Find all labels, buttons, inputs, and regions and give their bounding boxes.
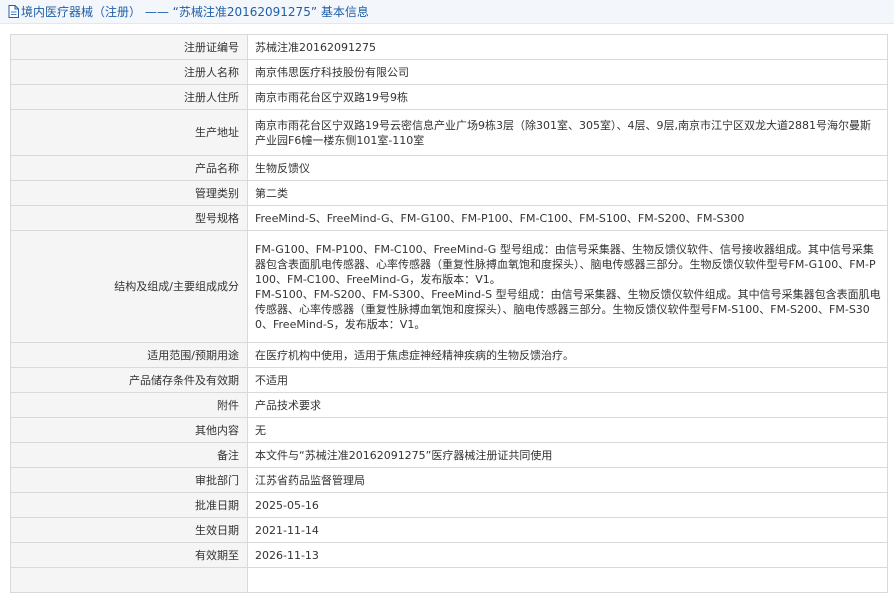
document-icon <box>8 5 19 18</box>
row-label: 审批部门 <box>10 467 248 493</box>
row-value: 无 <box>247 417 888 443</box>
row-value: 产品技术要求 <box>247 392 888 418</box>
row-value: 在医疗机构中使用，适用于焦虑症神经精神疾病的生物反馈治疗。 <box>247 342 888 368</box>
row-label: 结构及组成/主要组成成分 <box>10 230 248 343</box>
table-row: 有效期至 2026-11-13 <box>10 542 888 568</box>
row-label: 备注 <box>10 442 248 468</box>
row-value: 南京市雨花台区宁双路19号云密信息产业广场9栋3层（除301室、305室）、4层… <box>247 109 888 156</box>
table-row: 型号规格 FreeMind-S、FreeMind-G、FM-G100、FM-P1… <box>10 205 888 231</box>
row-label: 型号规格 <box>10 205 248 231</box>
table-row: 注册证编号 苏械注准20162091275 <box>10 34 888 60</box>
row-value: 2025-05-16 <box>247 492 888 518</box>
table-row: 结构及组成/主要组成成分 FM-G100、FM-P100、FM-C100、Fre… <box>10 230 888 343</box>
row-label: 生效日期 <box>10 517 248 543</box>
row-value-empty <box>247 567 888 593</box>
row-label: 附件 <box>10 392 248 418</box>
page-header: 境内医疗器械（注册） —— “苏械注准20162091275” 基本信息 <box>0 0 894 24</box>
row-value: FM-G100、FM-P100、FM-C100、FreeMind-G 型号组成：… <box>247 230 888 343</box>
row-value: 南京市雨花台区宁双路19号9栋 <box>247 84 888 110</box>
row-label: 注册证编号 <box>10 34 248 60</box>
row-value: 苏械注准20162091275 <box>247 34 888 60</box>
table-row: 注册人住所 南京市雨花台区宁双路19号9栋 <box>10 84 888 110</box>
table-row: 管理类别 第二类 <box>10 180 888 206</box>
table-row: 附件 产品技术要求 <box>10 392 888 418</box>
row-value: 2026-11-13 <box>247 542 888 568</box>
info-table: 注册证编号 苏械注准20162091275 注册人名称 南京伟思医疗科技股份有限… <box>10 34 888 593</box>
composition-paragraph-2: FM-S100、FM-S200、FM-S300、FreeMind-S 型号组成：… <box>255 287 881 331</box>
row-label: 批准日期 <box>10 492 248 518</box>
table-row: 批准日期 2025-05-16 <box>10 492 888 518</box>
table-row: 生效日期 2021-11-14 <box>10 517 888 543</box>
table-row: 生产地址 南京市雨花台区宁双路19号云密信息产业广场9栋3层（除301室、305… <box>10 109 888 156</box>
row-label: 适用范围/预期用途 <box>10 342 248 368</box>
row-label: 产品储存条件及有效期 <box>10 367 248 393</box>
table-row: 备注 本文件与“苏械注准20162091275”医疗器械注册证共同使用 <box>10 442 888 468</box>
table-row: 其他内容 无 <box>10 417 888 443</box>
row-value: 江苏省药品监督管理局 <box>247 467 888 493</box>
row-value: 生物反馈仪 <box>247 155 888 181</box>
row-label: 注册人住所 <box>10 84 248 110</box>
table-row: 产品储存条件及有效期 不适用 <box>10 367 888 393</box>
row-value: 不适用 <box>247 367 888 393</box>
table-row-empty <box>10 567 888 593</box>
table-row: 审批部门 江苏省药品监督管理局 <box>10 467 888 493</box>
row-label: 产品名称 <box>10 155 248 181</box>
row-label: 有效期至 <box>10 542 248 568</box>
composition-paragraph-1: FM-G100、FM-P100、FM-C100、FreeMind-G 型号组成：… <box>255 242 876 286</box>
row-value: 2021-11-14 <box>247 517 888 543</box>
row-label: 管理类别 <box>10 180 248 206</box>
table-row: 适用范围/预期用途 在医疗机构中使用，适用于焦虑症神经精神疾病的生物反馈治疗。 <box>10 342 888 368</box>
row-value: 第二类 <box>247 180 888 206</box>
row-label: 生产地址 <box>10 109 248 156</box>
row-label: 其他内容 <box>10 417 248 443</box>
row-label-empty <box>10 567 248 593</box>
row-value: 本文件与“苏械注准20162091275”医疗器械注册证共同使用 <box>247 442 888 468</box>
row-value: 南京伟思医疗科技股份有限公司 <box>247 59 888 85</box>
page-title: 境内医疗器械（注册） —— “苏械注准20162091275” 基本信息 <box>21 5 369 19</box>
table-row: 注册人名称 南京伟思医疗科技股份有限公司 <box>10 59 888 85</box>
row-value: FreeMind-S、FreeMind-G、FM-G100、FM-P100、FM… <box>247 205 888 231</box>
table-row: 产品名称 生物反馈仪 <box>10 155 888 181</box>
row-label: 注册人名称 <box>10 59 248 85</box>
